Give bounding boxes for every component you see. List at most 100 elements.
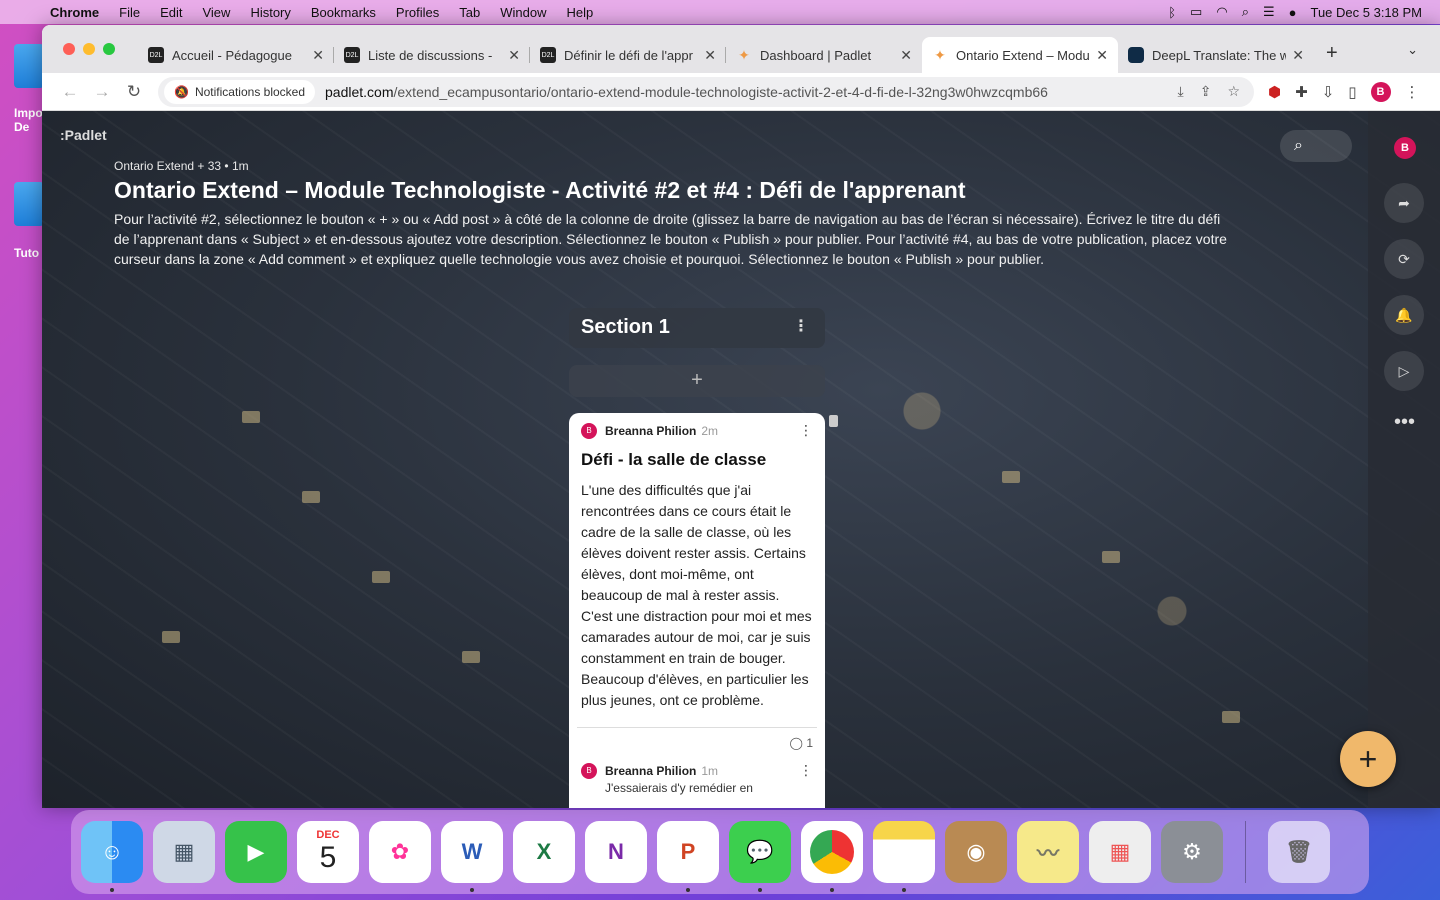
- tab-title: Dashboard | Padlet: [760, 47, 872, 63]
- trash-icon[interactable]: 🗑: [1268, 821, 1330, 883]
- system-preferences-icon[interactable]: ⚙: [1161, 821, 1223, 883]
- close-tab-icon[interactable]: ✕: [900, 47, 912, 64]
- background-decoration: [242, 411, 260, 423]
- battery-icon[interactable]: ▭: [1190, 4, 1202, 20]
- minimize-window-button[interactable]: [83, 43, 95, 55]
- share-icon[interactable]: ⇪: [1200, 83, 1212, 100]
- powerpoint-icon[interactable]: P: [657, 821, 719, 892]
- side-panel-icon[interactable]: ▯: [1348, 83, 1356, 101]
- calendar-icon[interactable]: DEC 5: [297, 821, 359, 883]
- comment-count[interactable]: ◯ 1: [569, 728, 825, 758]
- install-app-icon[interactable]: ⤓: [1178, 83, 1184, 100]
- comment-text: J'essaierais d'y remédier en: [605, 781, 753, 795]
- menu-app-name[interactable]: Chrome: [40, 5, 109, 20]
- close-tab-icon[interactable]: ✕: [704, 47, 716, 64]
- chrome-menu-icon[interactable]: ⋮: [1405, 83, 1420, 101]
- close-tab-icon[interactable]: ✕: [312, 47, 324, 64]
- bookmark-star-icon[interactable]: ☆: [1227, 83, 1240, 100]
- notifications-blocked-chip[interactable]: 🔕 Notifications blocked: [164, 79, 316, 104]
- notifications-button[interactable]: 🔔: [1384, 295, 1424, 335]
- d2l-favicon-icon: D2L: [540, 47, 556, 63]
- notes-icon[interactable]: [873, 821, 935, 892]
- browser-tab[interactable]: ✦ Dashboard | Padlet ✕: [726, 37, 922, 73]
- adblock-extension-icon[interactable]: ⬢: [1268, 83, 1281, 101]
- share-board-button[interactable]: ➦: [1384, 183, 1424, 223]
- stickies-icon[interactable]: 〰: [1017, 821, 1079, 883]
- menu-help[interactable]: Help: [557, 5, 604, 20]
- new-tab-icon[interactable]: +: [1326, 42, 1338, 65]
- post-card[interactable]: B Breanna Philion 2m ⋮ Défi - la salle d…: [569, 413, 825, 808]
- browser-tab[interactable]: DeepL Translate: The w ✕: [1118, 37, 1314, 73]
- back-arrow-icon[interactable]: ←: [54, 82, 86, 102]
- dock-separator: [1245, 821, 1246, 883]
- onenote-icon[interactable]: N: [585, 821, 647, 883]
- macos-menubar: Chrome File Edit View History Bookmarks …: [0, 0, 1440, 24]
- remake-board-button[interactable]: ⟳: [1384, 239, 1424, 279]
- notifications-blocked-label: Notifications blocked: [194, 84, 306, 99]
- finder-icon[interactable]: ☺: [81, 821, 143, 892]
- zoom-window-button[interactable]: [103, 43, 115, 55]
- browser-tab[interactable]: D2L Liste de discussions - ✕: [334, 37, 530, 73]
- comment-bubble-icon: ◯: [789, 736, 803, 750]
- downloads-icon[interactable]: ⇩: [1322, 83, 1335, 101]
- board-search-button[interactable]: ⌕: [1280, 130, 1352, 162]
- desktop-folder-icon[interactable]: [14, 182, 44, 226]
- background-decoration: [1222, 711, 1240, 723]
- bluetooth-icon[interactable]: ᛒ: [1168, 5, 1176, 20]
- desktop-folder-label: Tuto: [14, 246, 40, 260]
- padlet-logo[interactable]: :Padlet: [60, 127, 107, 143]
- new-post-fab-button[interactable]: +: [1340, 731, 1396, 787]
- browser-window: D2L Accueil - Pédagogue ✕ D2L Liste de d…: [42, 25, 1440, 808]
- post-menu-icon[interactable]: ⋮: [799, 422, 813, 439]
- comment-author-avatar: B: [581, 762, 597, 779]
- preview-icon[interactable]: ▦: [153, 821, 215, 883]
- close-tab-icon[interactable]: ✕: [1096, 47, 1108, 64]
- url-text[interactable]: padlet.com/extend_ecampusontario/ontario…: [325, 84, 1048, 100]
- menu-profiles[interactable]: Profiles: [386, 5, 449, 20]
- photos-icon[interactable]: ✿: [369, 821, 431, 883]
- menu-view[interactable]: View: [192, 5, 240, 20]
- wifi-icon[interactable]: ◠: [1216, 4, 1227, 20]
- facetime-icon[interactable]: ▶: [225, 821, 287, 883]
- contacts-icon[interactable]: ◉: [945, 821, 1007, 883]
- address-bar[interactable]: 🔕 Notifications blocked padlet.com/exten…: [158, 76, 1254, 107]
- more-options-icon[interactable]: •••: [1394, 411, 1415, 434]
- siri-icon[interactable]: ●: [1289, 5, 1297, 20]
- desktop-folder-icon[interactable]: [14, 44, 44, 88]
- menu-file[interactable]: File: [109, 5, 150, 20]
- spotlight-icon[interactable]: ⌕: [1242, 4, 1249, 20]
- profile-avatar[interactable]: B: [1370, 81, 1391, 102]
- close-tab-icon[interactable]: ✕: [1292, 47, 1304, 64]
- add-post-button[interactable]: +: [569, 365, 825, 397]
- close-window-button[interactable]: [63, 43, 75, 55]
- user-avatar[interactable]: B: [1394, 137, 1416, 159]
- menu-window[interactable]: Window: [490, 5, 556, 20]
- extensions-puzzle-icon[interactable]: ✚: [1295, 83, 1308, 101]
- bell-icon: 🔔: [1395, 306, 1413, 323]
- slideshow-button[interactable]: ▷: [1384, 351, 1424, 391]
- browser-tab[interactable]: D2L Accueil - Pédagogue ✕: [138, 37, 334, 73]
- forward-arrow-icon[interactable]: →: [86, 82, 118, 102]
- close-tab-icon[interactable]: ✕: [508, 47, 520, 64]
- browser-tab-active[interactable]: ✦ Ontario Extend – Modu ✕: [922, 37, 1118, 73]
- menubar-clock[interactable]: Tue Dec 5 3:18 PM: [1310, 5, 1422, 20]
- messages-icon[interactable]: 💬: [729, 821, 791, 892]
- post-title: Défi - la salle de classe: [581, 450, 767, 469]
- chrome-icon[interactable]: [801, 821, 863, 892]
- column-scroll-handle[interactable]: [829, 415, 838, 427]
- menu-bookmarks[interactable]: Bookmarks: [301, 5, 386, 20]
- comment-menu-icon[interactable]: ⋮: [799, 762, 813, 779]
- menu-edit[interactable]: Edit: [150, 5, 192, 20]
- control-center-icon[interactable]: ☰: [1263, 4, 1275, 20]
- menu-tab[interactable]: Tab: [449, 5, 490, 20]
- tab-search-chevron-icon[interactable]: ⌄: [1407, 42, 1418, 58]
- excel-icon[interactable]: X: [513, 821, 575, 883]
- section-menu-icon[interactable]: ⋮: [793, 316, 809, 336]
- tab-title: Accueil - Pédagogue: [172, 47, 292, 63]
- menu-history[interactable]: History: [240, 5, 300, 20]
- background-decoration: [372, 571, 390, 583]
- word-icon[interactable]: W: [441, 821, 503, 892]
- launchpad-icon[interactable]: ▦: [1089, 821, 1151, 883]
- reload-icon[interactable]: ↻: [118, 82, 150, 102]
- browser-tab[interactable]: D2L Définir le défi de l'appr ✕: [530, 37, 726, 73]
